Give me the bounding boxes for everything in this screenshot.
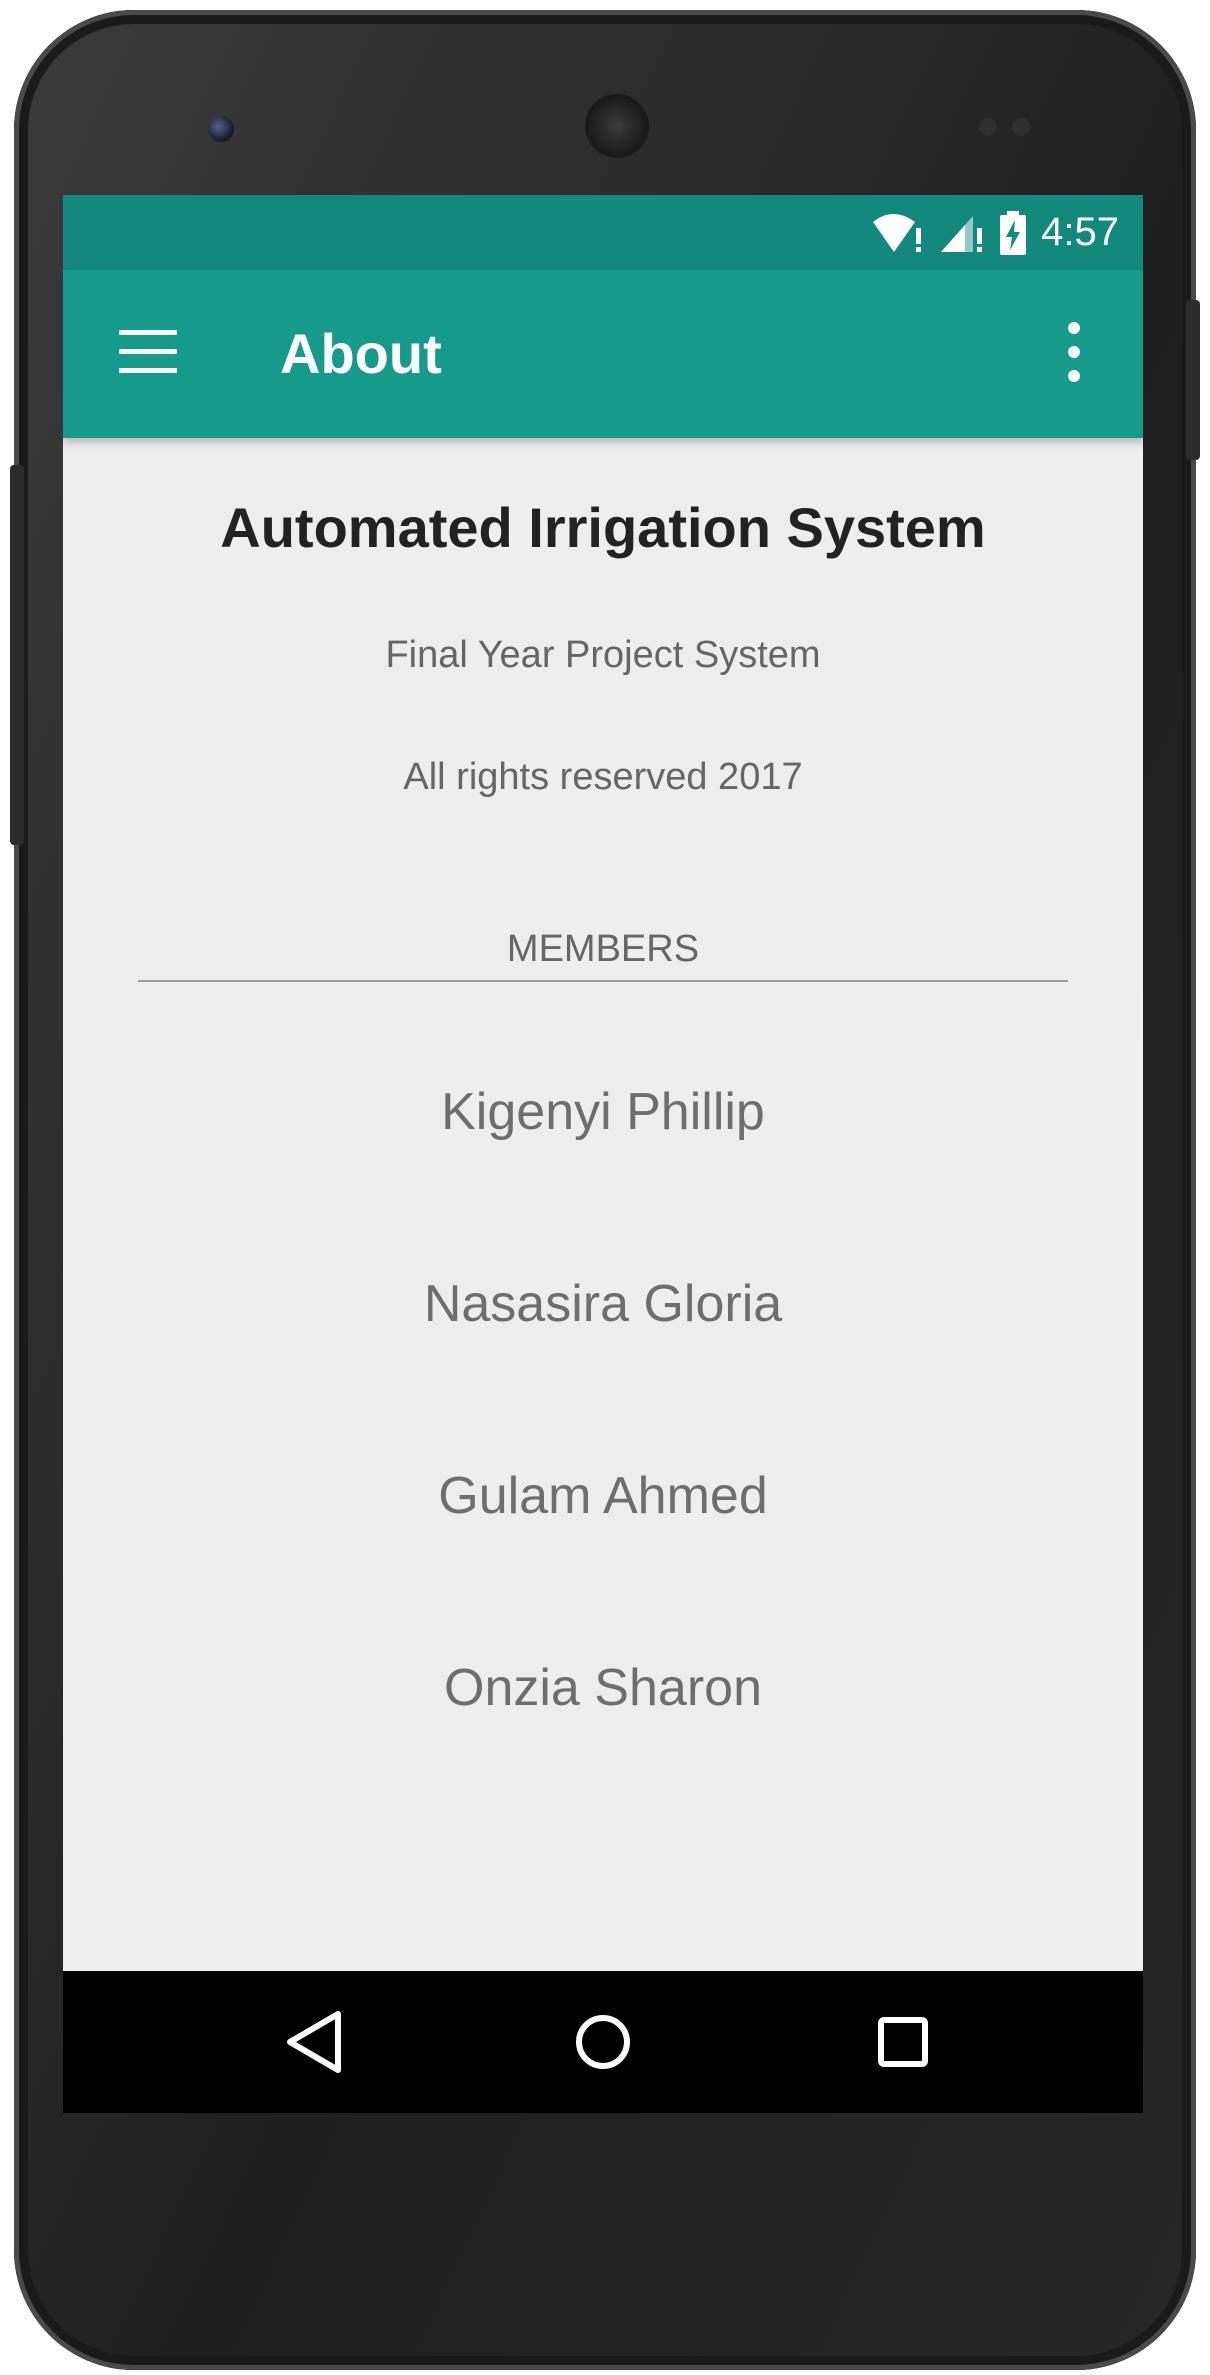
screen: 4:57 About Automated Irrigation System F…	[63, 195, 1143, 2113]
app-bar: About	[63, 270, 1143, 438]
status-time: 4:57	[1041, 210, 1119, 254]
status-icons: 4:57	[871, 195, 1119, 270]
volume-button	[10, 465, 24, 845]
members-section-label: MEMBERS	[506, 928, 700, 970]
battery-charging-icon	[1000, 210, 1027, 255]
status-bar: 4:57	[63, 195, 1143, 270]
overflow-menu-icon[interactable]	[1063, 320, 1085, 384]
home-icon[interactable]	[563, 2002, 643, 2082]
menu-icon[interactable]	[119, 330, 177, 374]
project-subtitle: Final Year Project System	[385, 634, 821, 676]
signal-alert-icon	[941, 215, 983, 252]
proximity-sensor	[979, 118, 997, 136]
members-divider	[138, 980, 1068, 982]
front-camera	[208, 116, 234, 142]
back-icon[interactable]	[276, 2002, 356, 2082]
wifi-alert-icon	[873, 213, 922, 252]
earpiece-speaker	[589, 98, 645, 154]
member-name: Onzia Sharon	[444, 1659, 762, 1717]
page-title: About	[280, 322, 442, 385]
app-name-heading: Automated Irrigation System	[220, 496, 986, 559]
member-name: Kigenyi Phillip	[441, 1083, 765, 1141]
copyright-text: All rights reserved 2017	[403, 756, 803, 798]
recents-icon[interactable]	[863, 2002, 943, 2082]
power-button	[1186, 300, 1200, 460]
member-name: Nasasira Gloria	[423, 1275, 783, 1333]
member-name: Gulam Ahmed	[438, 1467, 768, 1525]
light-sensor	[1012, 118, 1030, 136]
navigation-bar	[63, 1971, 1143, 2113]
